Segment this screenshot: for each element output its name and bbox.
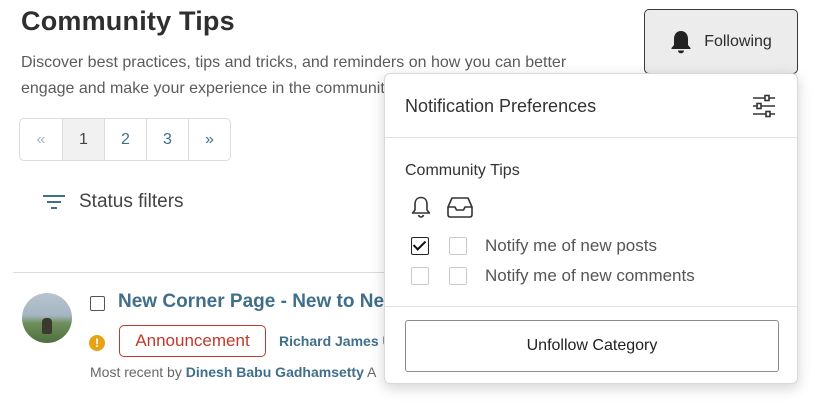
bell-icon <box>411 196 431 218</box>
unfollow-category-button[interactable]: Unfollow Category <box>405 320 779 372</box>
following-label: Following <box>704 32 772 50</box>
new-posts-label: Notify me of new posts <box>485 236 657 255</box>
pagination-page-3[interactable]: 3 <box>146 119 188 160</box>
recent-suffix: A <box>367 364 377 380</box>
status-filters-button[interactable]: Status filters <box>43 191 184 213</box>
popover-header: Notification Preferences <box>385 74 797 138</box>
pagination: « 1 2 3 » <box>19 118 231 161</box>
pagination-prev[interactable]: « <box>20 119 62 160</box>
announcement-badge: Announcement <box>119 325 266 357</box>
new-posts-inbox-checkbox[interactable] <box>449 237 467 255</box>
sliders-settings-icon[interactable] <box>752 94 776 118</box>
avatar[interactable] <box>22 293 72 343</box>
new-comments-inbox-checkbox[interactable] <box>449 267 467 285</box>
inbox-icon <box>447 197 473 218</box>
new-comments-label: Notify me of new comments <box>485 266 695 285</box>
status-filters-label: Status filters <box>79 191 184 212</box>
filter-icon <box>43 195 65 209</box>
option-row-new-comments: Notify me of new comments <box>411 265 695 287</box>
category-title: Community Tips <box>405 162 520 179</box>
recent-prefix: Most recent by <box>90 364 182 380</box>
list-divider <box>13 272 393 273</box>
pagination-next[interactable]: » <box>188 119 230 160</box>
pagination-page-1[interactable]: 1 <box>62 119 104 160</box>
post-author-link[interactable]: Richard James U <box>279 333 389 349</box>
following-button[interactable]: Following <box>644 9 798 74</box>
post-select-checkbox[interactable] <box>90 296 105 311</box>
popover-title: Notification Preferences <box>405 96 597 116</box>
new-comments-bell-checkbox[interactable] <box>411 267 429 285</box>
avatar-figure <box>42 318 52 334</box>
new-posts-bell-checkbox[interactable] <box>411 237 429 255</box>
post-title-link[interactable]: New Corner Page - New to Net <box>118 291 388 313</box>
post-recent-activity: Most recent by Dinesh Babu Gadhamsetty A <box>90 364 390 380</box>
option-row-new-posts: Notify me of new posts <box>411 235 657 257</box>
bell-filled-icon <box>671 30 691 53</box>
pagination-page-2[interactable]: 2 <box>104 119 146 160</box>
popover-divider <box>385 306 797 307</box>
notification-preferences-popover: Notification Preferences Community Tips … <box>384 73 798 384</box>
recent-author-link[interactable]: Dinesh Babu Gadhamsetty <box>186 364 364 380</box>
page-title: Community Tips <box>21 6 235 36</box>
warning-icon: ! <box>89 335 105 351</box>
